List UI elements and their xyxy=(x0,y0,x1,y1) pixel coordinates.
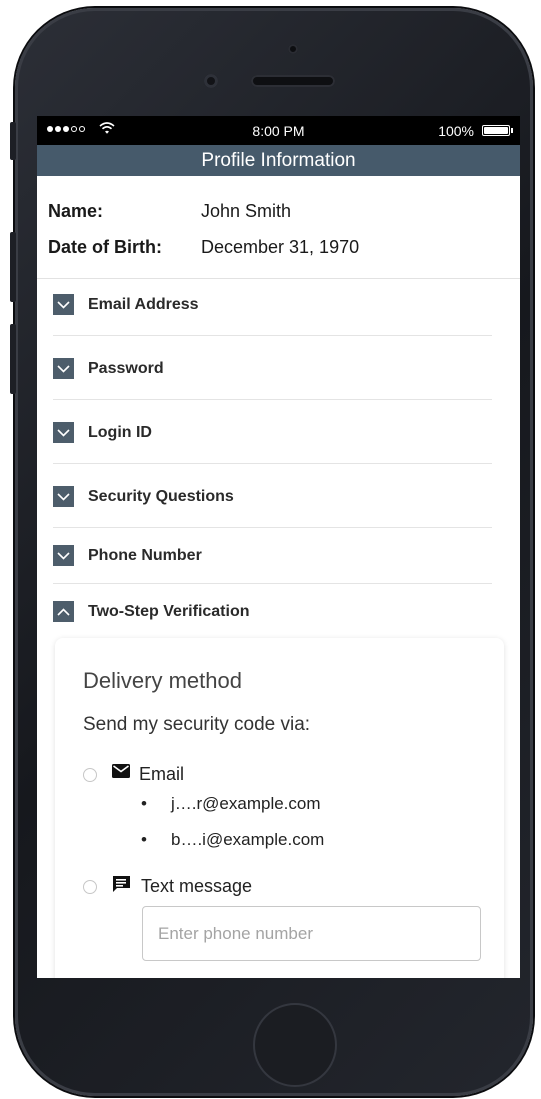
dob-label: Date of Birth: xyxy=(48,237,162,257)
dob-value: December 31, 1970 xyxy=(201,237,360,257)
phone-screen: 8:00 PM 100% Profile Information Name: Jo… xyxy=(37,116,520,978)
front-camera xyxy=(204,74,218,88)
phone-number-input[interactable] xyxy=(142,906,481,961)
text-message-radio[interactable] xyxy=(83,880,97,894)
page-title: Profile Information xyxy=(37,145,520,176)
home-button[interactable] xyxy=(253,1003,337,1087)
section-phone-number[interactable]: Phone Number xyxy=(53,528,492,584)
chevron-down-icon xyxy=(53,486,74,507)
section-title: Login ID xyxy=(88,424,152,441)
section-title: Two-Step Verification xyxy=(88,603,250,620)
section-title: Email Address xyxy=(88,296,199,313)
dob-row: Date of Birth: December 31, 1970 xyxy=(48,237,359,258)
section-login-id[interactable]: Login ID xyxy=(53,400,492,464)
earpiece-speaker xyxy=(251,75,335,87)
section-title: Security Questions xyxy=(88,488,234,505)
chevron-down-icon xyxy=(53,545,74,566)
email-radio[interactable] xyxy=(83,768,97,782)
battery-icon xyxy=(482,125,510,136)
battery-percentage: 100% xyxy=(438,123,474,139)
proximity-sensor xyxy=(288,44,298,54)
name-label: Name: xyxy=(48,201,104,221)
chevron-down-icon xyxy=(53,422,74,443)
delivery-method-card: Delivery method Send my security code vi… xyxy=(55,638,504,978)
section-email-address[interactable]: Email Address xyxy=(53,279,492,336)
section-two-step-verification[interactable]: Two-Step Verification xyxy=(53,584,492,634)
email-address-text: b….i@example.com xyxy=(171,830,325,849)
email-address-item: • b….i@example.com xyxy=(141,830,325,849)
text-message-option-label: Text message xyxy=(141,876,253,896)
delivery-method-title: Delivery method xyxy=(83,668,242,693)
section-title: Phone Number xyxy=(88,547,202,564)
name-value: John Smith xyxy=(201,201,292,221)
chevron-down-icon xyxy=(53,294,74,315)
email-address-item: • j….r@example.com xyxy=(141,794,321,813)
profile-summary: Name: John Smith Date of Birth: December 3… xyxy=(37,176,520,279)
volume-up-button xyxy=(10,232,16,302)
volume-down-button xyxy=(10,324,16,394)
chevron-down-icon xyxy=(53,358,74,379)
name-row: Name: John Smith xyxy=(48,201,291,222)
delivery-method-subtitle: Send my security code via: xyxy=(83,714,311,735)
section-title: Password xyxy=(88,360,164,377)
status-bar: 8:00 PM 100% xyxy=(37,116,520,145)
email-option-label: Email xyxy=(139,764,185,784)
envelope-icon xyxy=(112,764,130,783)
section-security-questions[interactable]: Security Questions xyxy=(53,464,492,528)
email-address-text: j….r@example.com xyxy=(171,794,321,813)
chevron-up-icon xyxy=(53,601,74,622)
mute-switch xyxy=(10,122,16,160)
chat-icon xyxy=(112,875,131,898)
section-password[interactable]: Password xyxy=(53,336,492,400)
